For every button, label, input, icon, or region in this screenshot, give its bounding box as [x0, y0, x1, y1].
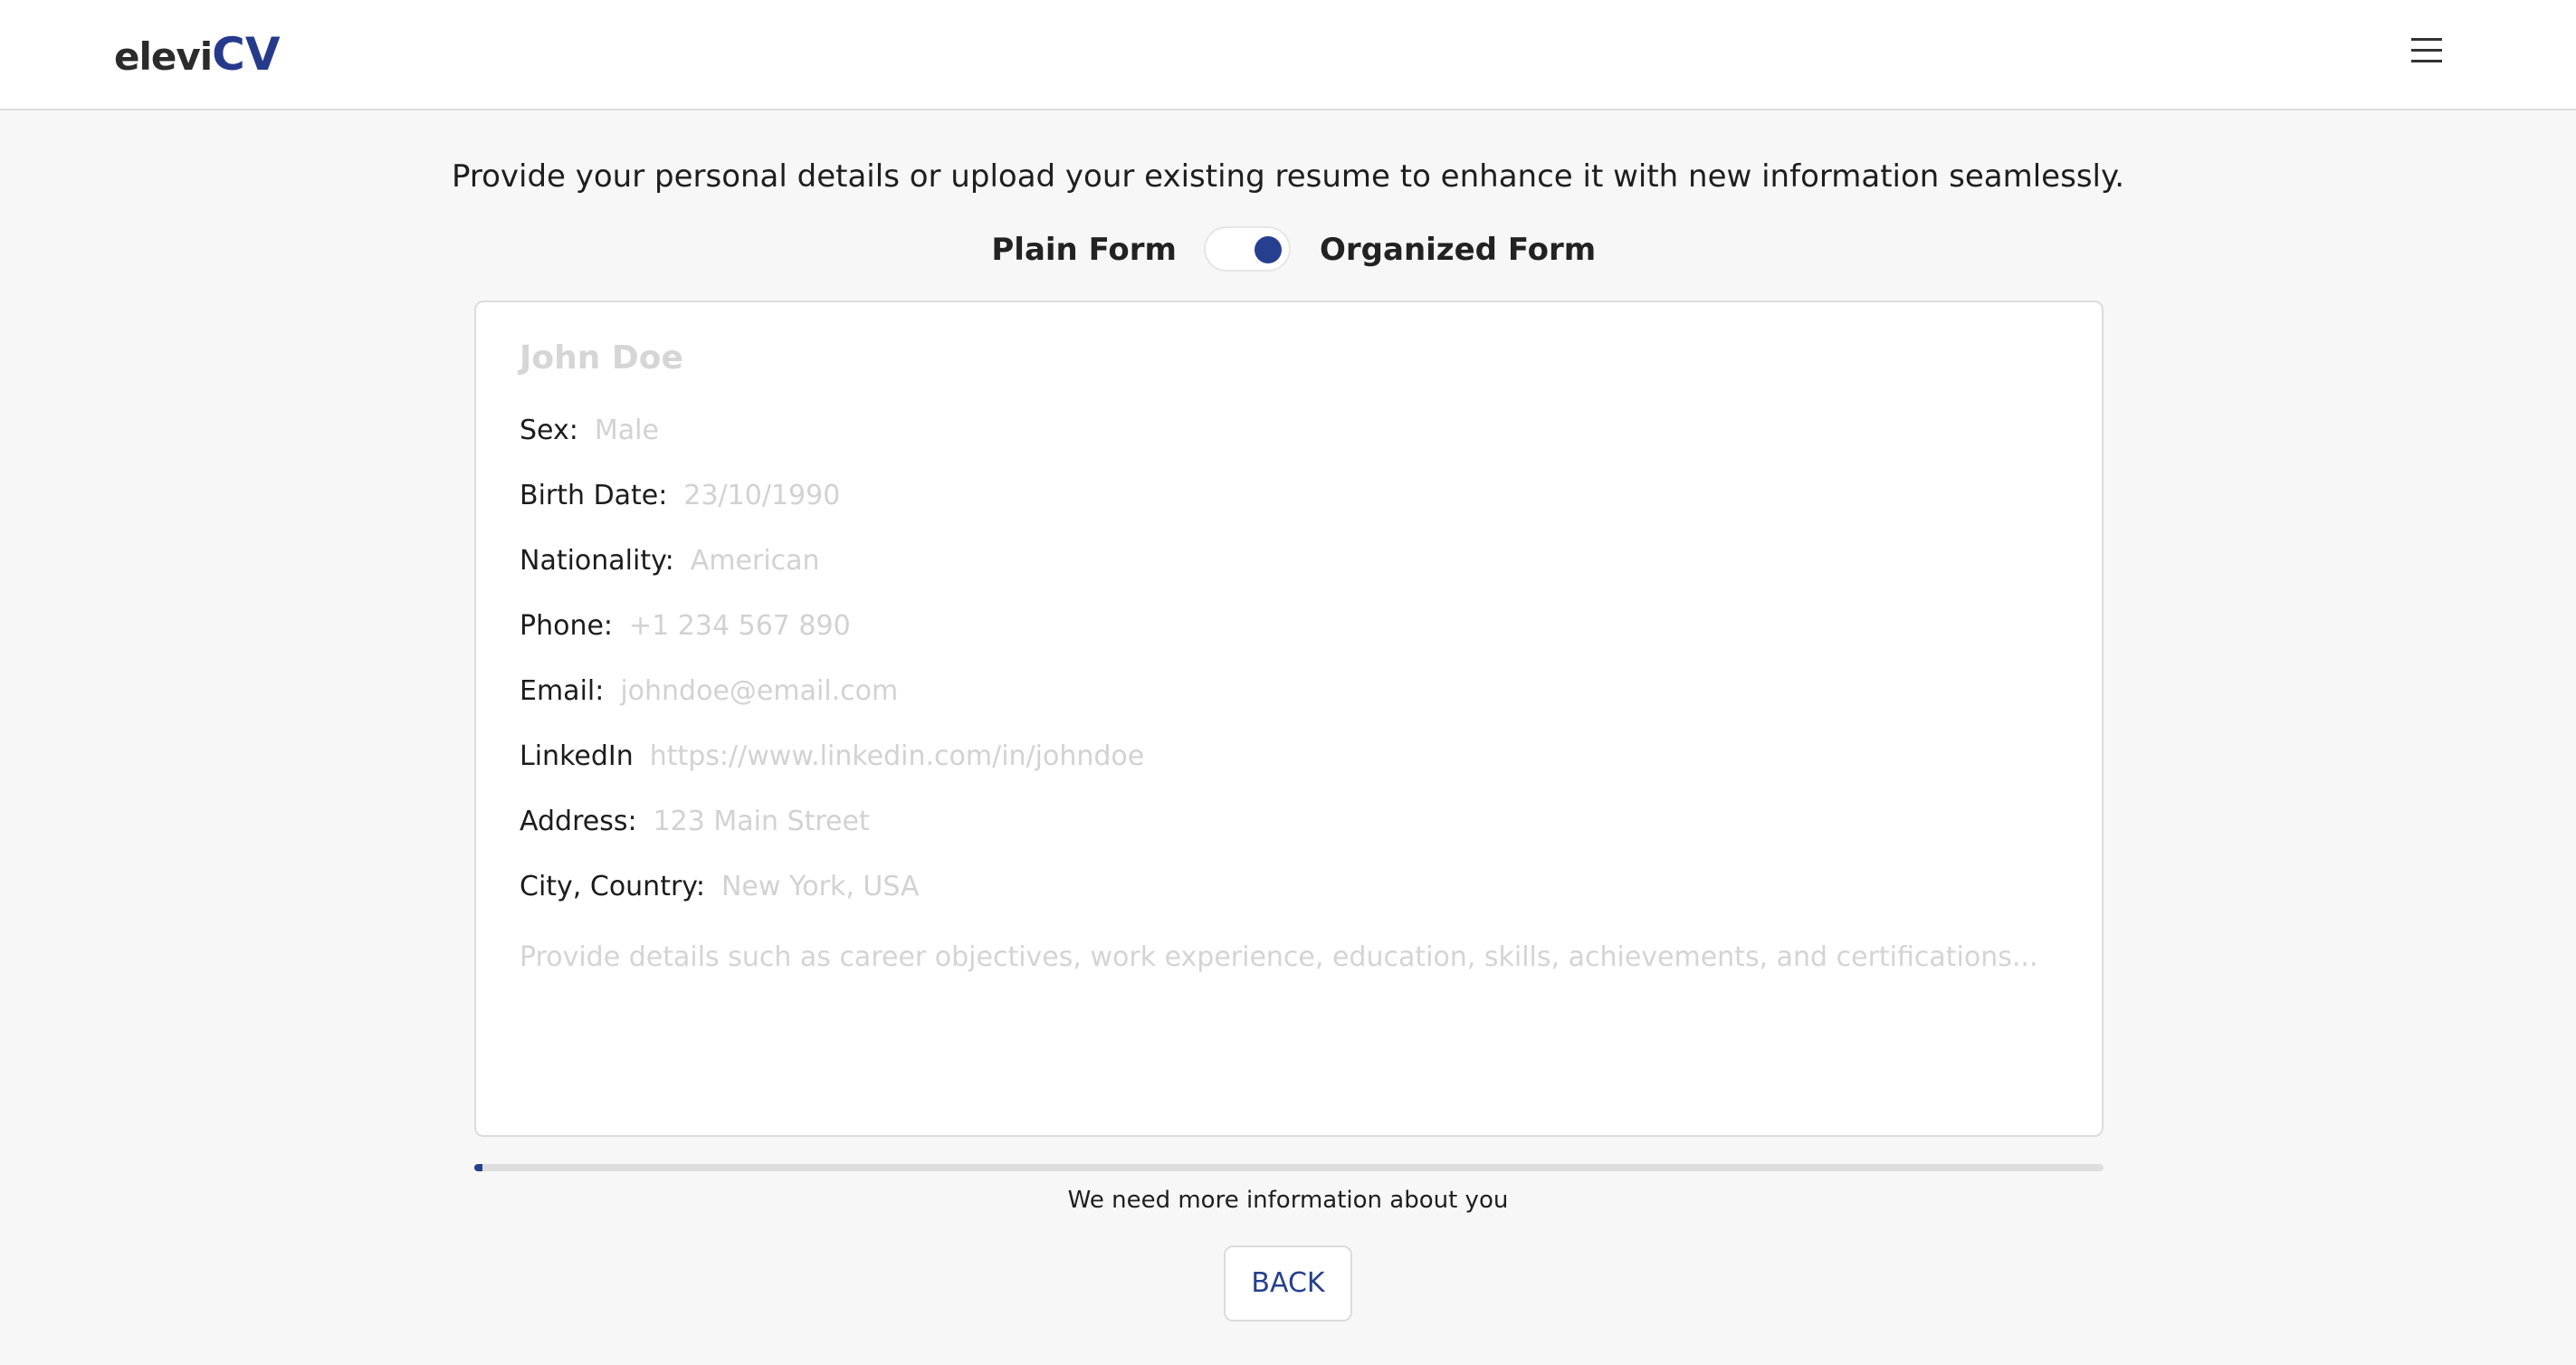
details-textarea[interactable]: Provide details such as career objective… [520, 936, 2037, 979]
form-mode-toggle-row: Plain Form Organized Form [0, 224, 2576, 275]
intro-text: Provide your personal details or upload … [451, 158, 2125, 195]
hamburger-menu-icon[interactable] [2408, 34, 2446, 67]
phone-input[interactable]: +1 234 567 890 [629, 610, 851, 642]
city-country-input[interactable]: New York, USA [721, 871, 920, 902]
personal-details-form: John Doe Sex: Male Birth Date: 23/10/1990 … [474, 301, 2104, 1137]
city-country-label: City, Country: [520, 871, 705, 902]
birth-date-field: Birth Date: 23/10/1990 [520, 474, 840, 518]
sex-field: Sex: Male [520, 409, 659, 453]
phone-field: Phone: +1 234 567 890 [520, 605, 851, 648]
completion-progress-bar [474, 1164, 2104, 1171]
address-input[interactable]: 123 Main Street [654, 806, 870, 837]
phone-label: Phone: [520, 610, 614, 642]
email-input[interactable]: johndoe@email.com [620, 675, 898, 707]
back-button[interactable]: BACK [1224, 1246, 1352, 1322]
form-mode-switch[interactable] [1204, 226, 1291, 272]
logo[interactable]: eleviCV [114, 27, 281, 84]
nationality-input[interactable]: American [691, 545, 820, 577]
city-country-field: City, Country: New York, USA [520, 865, 920, 909]
birth-date-label: Birth Date: [520, 480, 668, 511]
logo-text-primary: elevi [114, 34, 213, 79]
logo-text-accent: CV [212, 28, 281, 81]
sex-input[interactable]: Male [595, 415, 659, 446]
linkedin-field: LinkedIn https://www.linkedin.com/in/john… [520, 735, 1144, 778]
linkedin-input[interactable]: https://www.linkedin.com/in/johndoe [650, 740, 1145, 772]
linkedin-label: LinkedIn [520, 740, 634, 772]
plain-form-label[interactable]: Plain Form [991, 230, 1177, 270]
name-input[interactable]: John Doe [520, 333, 683, 384]
address-field: Address: 123 Main Street [520, 800, 870, 844]
address-label: Address: [520, 806, 637, 837]
progress-fill [474, 1164, 482, 1171]
email-field: Email: johndoe@email.com [520, 670, 898, 713]
email-label: Email: [520, 675, 605, 707]
organized-form-label[interactable]: Organized Form [1320, 230, 1596, 270]
app-header: eleviCV [0, 0, 2576, 110]
sex-label: Sex: [520, 415, 578, 446]
birth-date-input[interactable]: 23/10/1990 [683, 480, 840, 511]
progress-status-text: We need more information about you [1067, 1187, 1509, 1214]
switch-knob [1255, 236, 1282, 263]
nationality-label: Nationality: [520, 545, 674, 577]
nationality-field: Nationality: American [520, 539, 820, 583]
